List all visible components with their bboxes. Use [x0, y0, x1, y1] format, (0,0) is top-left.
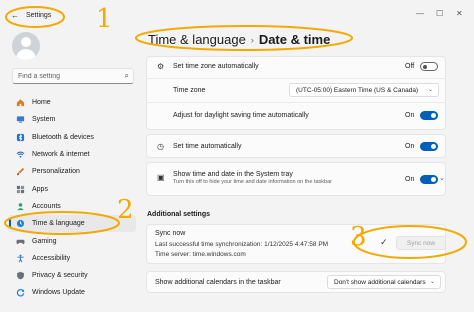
sidebar-item-accounts[interactable]: Accounts: [8, 198, 136, 215]
chevron-down-icon: ⌄: [429, 279, 435, 285]
app-title: Settings: [26, 12, 52, 19]
apps-icon: [16, 185, 25, 194]
back-arrow-icon[interactable]: ←: [11, 11, 19, 20]
calendars-value: Don't show additional calendars: [334, 278, 426, 286]
title-bar: ← Settings — ☐ ✕: [0, 0, 474, 30]
last-sync-text: Last successful time synchronization: 1/…: [155, 241, 329, 248]
sidebar-item-bluetooth[interactable]: Bluetooth & devices: [8, 129, 136, 146]
monitor-icon: [16, 115, 25, 124]
sidebar-item-label: Accounts: [32, 202, 61, 210]
taskbar-calendar-icon: ▣: [157, 173, 165, 182]
sidebar-item-label: Gaming: [32, 237, 57, 245]
sync-title: Sync now: [155, 230, 186, 237]
show-time-tray-card: ▣ Show time and date in the System tray …: [146, 162, 446, 196]
chevron-down-icon[interactable]: ⌄: [439, 174, 445, 182]
globe-clock-icon: [16, 219, 25, 228]
search-icon[interactable]: ⌕: [125, 71, 129, 81]
sidebar-item-time-language[interactable]: Time & language: [8, 215, 136, 233]
time-zone-row: Time zone (UTC-05:00) Eastern Time (US &…: [147, 79, 445, 101]
minimize-button[interactable]: —: [416, 9, 424, 18]
time-server-text: Time server: time.windows.com: [155, 251, 246, 258]
section-title-additional: Additional settings: [147, 211, 210, 218]
clock-icon: ◷: [157, 142, 164, 151]
time-zone-value: (UTC-05:00) Eastern Time (US & Canada): [296, 86, 419, 94]
calendars-label: Show additional calendars in the taskbar: [155, 279, 281, 286]
gamepad-icon: [16, 237, 25, 246]
bluetooth-icon: [16, 133, 25, 142]
set-time-zone-auto-toggle[interactable]: [420, 62, 438, 71]
set-time-zone-auto-row: ⚙ Set time zone automatically Off: [147, 57, 445, 77]
time-zone-dropdown[interactable]: (UTC-05:00) Eastern Time (US & Canada) ⌄: [289, 83, 439, 97]
calendars-dropdown[interactable]: Don't show additional calendars ⌄: [327, 275, 441, 289]
breadcrumb: Time & language › Date & time: [148, 32, 330, 47]
time-zone-card: ⚙ Set time zone automatically Off Time z…: [146, 56, 446, 130]
sidebar-item-accessibility[interactable]: Accessibility: [8, 250, 136, 267]
set-time-auto-state: On: [405, 143, 415, 150]
maximize-button[interactable]: ☐: [436, 9, 443, 18]
sidebar-item-label: Windows Update: [32, 289, 85, 297]
avatar[interactable]: [12, 32, 40, 60]
person-icon: [16, 202, 25, 211]
sidebar-nav: Home System Bluetooth & devices Network …: [8, 94, 136, 302]
close-button[interactable]: ✕: [456, 9, 463, 18]
show-time-tray-description: Turn this off to hide your time and date…: [173, 179, 332, 185]
sidebar-item-network[interactable]: Network & internet: [8, 146, 136, 163]
search-box[interactable]: ⌕: [12, 68, 134, 84]
daylight-saving-state: On: [405, 112, 415, 119]
checkmark-icon: ✓: [380, 237, 388, 247]
chevron-down-icon: ⌄: [427, 87, 433, 93]
daylight-saving-label: Adjust for daylight saving time automati…: [173, 112, 309, 119]
sidebar-item-apps[interactable]: Apps: [8, 180, 136, 197]
accessibility-icon: [16, 254, 25, 263]
wifi-icon: [16, 150, 25, 159]
gear-icon: ⚙: [157, 62, 165, 71]
home-icon: [16, 98, 25, 107]
breadcrumb-parent[interactable]: Time & language: [148, 32, 246, 47]
sidebar-item-label: Apps: [32, 185, 48, 193]
sidebar-item-privacy[interactable]: Privacy & security: [8, 267, 136, 284]
sidebar-item-gaming[interactable]: Gaming: [8, 232, 136, 249]
set-time-zone-auto-label: Set time zone automatically: [173, 63, 259, 70]
time-zone-label: Time zone: [173, 87, 206, 94]
sidebar-item-label: Network & internet: [32, 151, 90, 159]
sidebar-item-system[interactable]: System: [8, 111, 136, 128]
sidebar-item-label: Bluetooth & devices: [32, 133, 94, 141]
page-title: Date & time: [258, 32, 331, 47]
update-icon: [16, 288, 25, 297]
show-time-tray-toggle[interactable]: [420, 175, 438, 184]
show-time-tray-state: On: [405, 176, 415, 183]
set-time-auto-label: Set time automatically: [173, 143, 242, 150]
sidebar-item-label: Home: [32, 99, 51, 107]
sidebar-item-label: Privacy & security: [32, 272, 88, 280]
daylight-saving-toggle[interactable]: [420, 111, 438, 120]
sidebar-item-windows-update[interactable]: Windows Update: [8, 284, 136, 301]
sidebar-item-label: System: [32, 116, 56, 124]
daylight-saving-row: Adjust for daylight saving time automati…: [147, 103, 445, 129]
sync-now-button[interactable]: Sync now: [396, 236, 446, 250]
search-input[interactable]: [13, 69, 117, 83]
show-time-tray-label: Show time and date in the System tray: [173, 171, 293, 178]
set-time-auto-toggle[interactable]: [420, 142, 438, 151]
sidebar-item-personalization[interactable]: Personalization: [8, 163, 136, 180]
set-time-auto-card: ◷ Set time automatically On: [146, 134, 446, 158]
show-time-tray-text: Show time and date in the System tray Tu…: [173, 171, 332, 185]
brush-icon: [16, 167, 25, 176]
set-time-zone-auto-state: Off: [405, 63, 415, 70]
sidebar-item-label: Accessibility: [32, 254, 71, 262]
sidebar-item-home[interactable]: Home: [8, 94, 136, 111]
calendars-card: Show additional calendars in the taskbar…: [146, 271, 446, 293]
sidebar-item-label: Personalization: [32, 168, 80, 176]
shield-icon: [16, 271, 25, 280]
sidebar-item-label: Time & language: [32, 220, 85, 228]
breadcrumb-separator: ›: [250, 35, 254, 45]
